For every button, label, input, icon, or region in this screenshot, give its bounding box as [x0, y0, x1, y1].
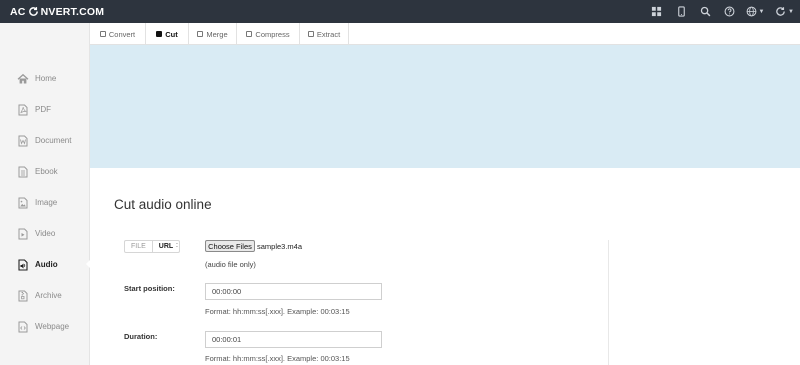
checkbox-icon — [99, 31, 106, 37]
checkbox-icon — [156, 31, 163, 37]
language-icon[interactable]: ▼ — [741, 0, 769, 23]
top-navbar: AC NVERT.COM ▼ ▼ — [0, 0, 800, 23]
tool-tabs: Convert Cut Merge Compress Extract — [90, 23, 800, 45]
sidebar-item-label: Document — [35, 136, 72, 145]
file-type-note: (audio file only) — [205, 260, 256, 269]
banner-area — [90, 45, 800, 168]
duration-label: Duration: — [124, 332, 158, 341]
sidebar-item-archive[interactable]: Archive — [0, 280, 90, 311]
tab-convert[interactable]: Convert — [90, 23, 146, 45]
duration-hint: Format: hh:mm:ss[.xxx]. Example: 00:03:1… — [205, 354, 350, 363]
tab-merge[interactable]: Merge — [189, 23, 237, 45]
sidebar-item-webpage[interactable]: Webpage — [0, 311, 90, 342]
toggle-colon: : — [176, 242, 178, 249]
start-position-hint: Format: hh:mm:ss[.xxx]. Example: 00:03:1… — [205, 307, 350, 316]
duration-input[interactable] — [205, 331, 382, 348]
sidebar-item-ebook[interactable]: Ebook — [0, 156, 90, 187]
video-icon — [17, 228, 29, 240]
tab-cut[interactable]: Cut — [146, 23, 189, 45]
sidebar-item-label: Home — [35, 74, 57, 83]
sidebar-item-label: PDF — [35, 105, 51, 114]
search-icon[interactable] — [693, 0, 717, 23]
image-icon — [17, 197, 29, 209]
file-toggle-button[interactable]: FILE — [125, 241, 152, 252]
start-position-input[interactable] — [205, 283, 382, 300]
pdf-icon — [17, 104, 29, 116]
archive-icon — [17, 290, 29, 302]
sidebar-item-label: Video — [35, 229, 56, 238]
source-toggle: FILE URL — [124, 240, 181, 253]
sidebar-item-label: Archive — [35, 291, 62, 300]
main-content: Cut audio online FILE URL : Choose Files… — [90, 168, 800, 365]
document-icon — [17, 135, 29, 147]
mobile-icon[interactable] — [669, 0, 693, 23]
ebook-icon — [17, 166, 29, 178]
logo-text-right: NVERT.COM — [40, 5, 105, 18]
chevron-down-icon: ▼ — [758, 8, 765, 15]
sidebar-item-video[interactable]: Video — [0, 218, 90, 249]
audio-icon — [17, 258, 29, 271]
sidebar-item-label: Audio — [35, 260, 58, 269]
column-divider — [608, 240, 609, 365]
sidebar: Home PDF Document Ebook Image Video Audi… — [0, 23, 91, 365]
page-title: Cut audio online — [114, 197, 212, 212]
chevron-down-icon: ▼ — [788, 8, 794, 15]
checkbox-icon — [197, 31, 204, 37]
tab-compress[interactable]: Compress — [237, 23, 300, 45]
checkbox-icon — [246, 31, 253, 37]
tab-extract[interactable]: Extract — [300, 23, 349, 45]
refresh-icon[interactable]: ▼ — [769, 0, 800, 23]
sidebar-item-label: Image — [35, 198, 58, 207]
logo[interactable]: AC NVERT.COM — [10, 5, 104, 18]
sidebar-item-audio[interactable]: Audio — [0, 249, 91, 280]
selected-file-name: sample3.m4a — [257, 242, 303, 251]
logo-refresh-icon — [28, 6, 39, 17]
help-icon[interactable] — [717, 0, 741, 23]
webpage-icon — [17, 321, 29, 333]
grid-icon[interactable] — [644, 0, 669, 23]
start-position-label: Start position: — [124, 284, 175, 293]
checkbox-icon — [307, 31, 314, 37]
sidebar-item-image[interactable]: Image — [0, 187, 90, 218]
choose-files-button[interactable]: Choose Files — [205, 240, 255, 252]
sidebar-item-document[interactable]: Document — [0, 125, 90, 156]
logo-text-left: AC — [10, 5, 26, 18]
sidebar-item-pdf[interactable]: PDF — [0, 94, 90, 125]
sidebar-item-label: Webpage — [35, 322, 70, 331]
sidebar-item-home[interactable]: Home — [0, 63, 90, 94]
home-icon — [17, 73, 29, 85]
sidebar-item-label: Ebook — [35, 167, 58, 176]
